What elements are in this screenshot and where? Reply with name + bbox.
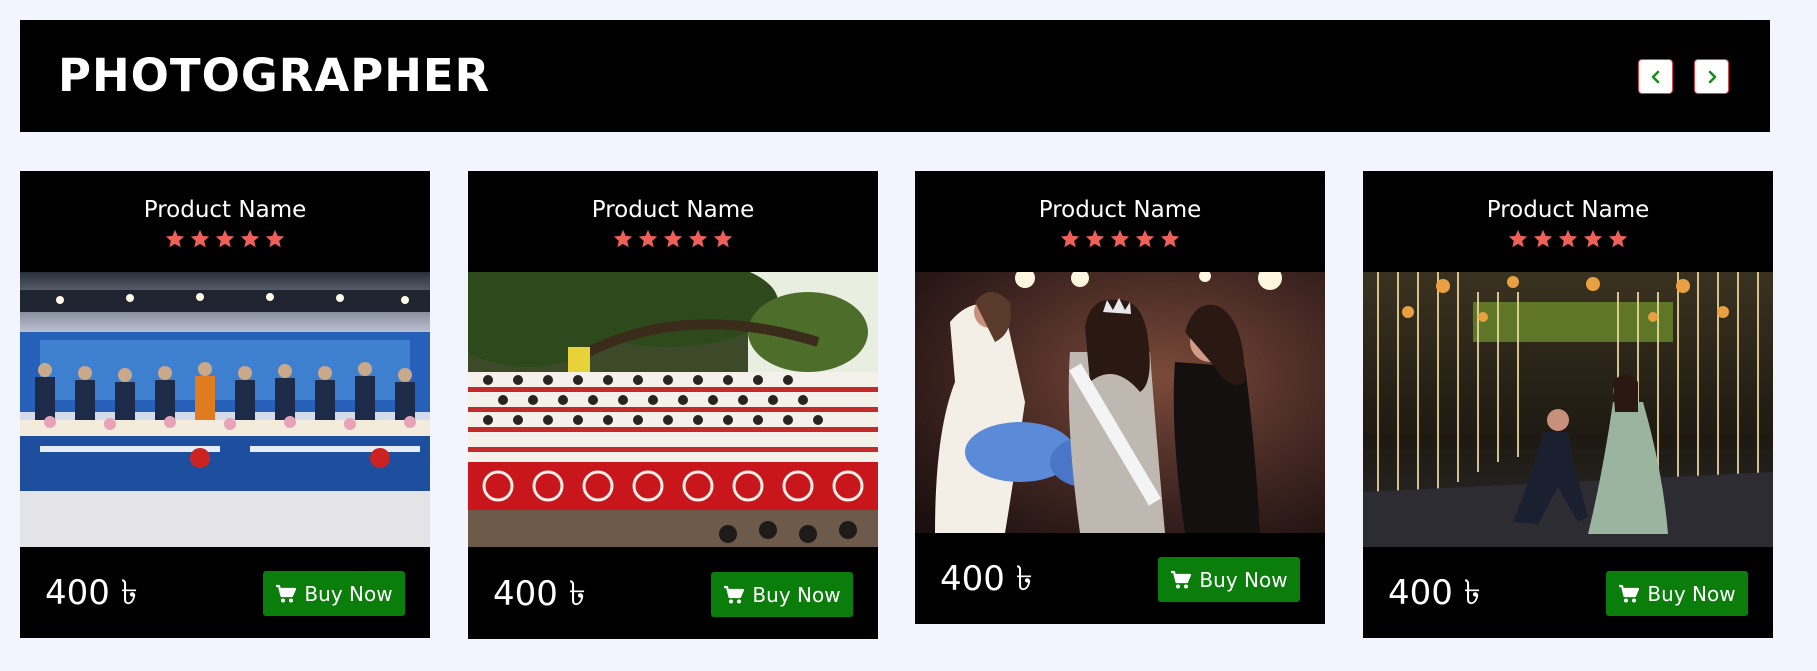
cart-icon: [1619, 584, 1640, 602]
product-card: Product Name 400 ৳ Buy Now: [20, 171, 430, 638]
star-icon: [713, 229, 733, 248]
product-price: 400 ৳: [940, 559, 1033, 599]
star-icon: [1508, 229, 1528, 248]
buy-now-label: Buy Now: [304, 581, 393, 606]
product-price: 400 ৳: [45, 573, 138, 613]
product-photo-conference: [20, 272, 430, 547]
carousel-prev-button[interactable]: [1638, 59, 1673, 94]
star-icon: [1608, 229, 1628, 248]
product-card: Product Name 400 ৳ Buy Now: [915, 171, 1325, 624]
buy-now-label: Buy Now: [1199, 567, 1288, 592]
section-header: PHOTOGRAPHER: [20, 20, 1770, 132]
star-icon: [638, 229, 658, 248]
star-icon: [240, 229, 260, 248]
star-icon: [688, 229, 708, 248]
rating-stars: [915, 228, 1325, 250]
star-icon: [165, 229, 185, 248]
product-name: Product Name: [143, 197, 307, 223]
product-price: 400 ৳: [493, 574, 586, 614]
star-icon: [613, 229, 633, 248]
star-icon: [1558, 229, 1578, 248]
star-icon: [1085, 229, 1105, 248]
rating-stars: [20, 228, 430, 250]
cart-icon: [1171, 570, 1192, 588]
chevron-right-icon: [1708, 70, 1716, 83]
buy-now-button[interactable]: Buy Now: [711, 572, 853, 617]
buy-now-label: Buy Now: [752, 582, 841, 607]
carousel-next-button[interactable]: [1694, 59, 1729, 94]
product-name: Product Name: [1486, 197, 1650, 223]
rating-stars: [1363, 228, 1773, 250]
buy-now-button[interactable]: Buy Now: [1606, 571, 1748, 616]
star-icon: [1060, 229, 1080, 248]
rating-stars: [468, 228, 878, 250]
buy-now-button[interactable]: Buy Now: [1158, 557, 1300, 602]
product-photo-proposal: [1363, 272, 1773, 547]
star-icon: [1533, 229, 1553, 248]
star-icon: [663, 229, 683, 248]
star-icon: [1583, 229, 1603, 248]
buy-now-label: Buy Now: [1647, 581, 1736, 606]
cart-icon: [276, 584, 297, 602]
star-icon: [1110, 229, 1130, 248]
product-card: Product Name 400 ৳ Buy Now: [468, 171, 878, 639]
product-name: Product Name: [591, 197, 755, 223]
star-icon: [1160, 229, 1180, 248]
star-icon: [1135, 229, 1155, 248]
star-icon: [190, 229, 210, 248]
section-title: PHOTOGRAPHER: [58, 49, 491, 102]
product-price: 400 ৳: [1388, 573, 1481, 613]
product-name: Product Name: [1038, 197, 1202, 223]
star-icon: [215, 229, 235, 248]
cart-icon: [724, 585, 745, 603]
product-photo-ceremony: [468, 272, 878, 547]
star-icon: [265, 229, 285, 248]
product-photo-pageant: [915, 272, 1325, 533]
chevron-left-icon: [1651, 70, 1659, 83]
product-card: Product Name 400 ৳ Buy Now: [1363, 171, 1773, 638]
buy-now-button[interactable]: Buy Now: [263, 571, 405, 616]
